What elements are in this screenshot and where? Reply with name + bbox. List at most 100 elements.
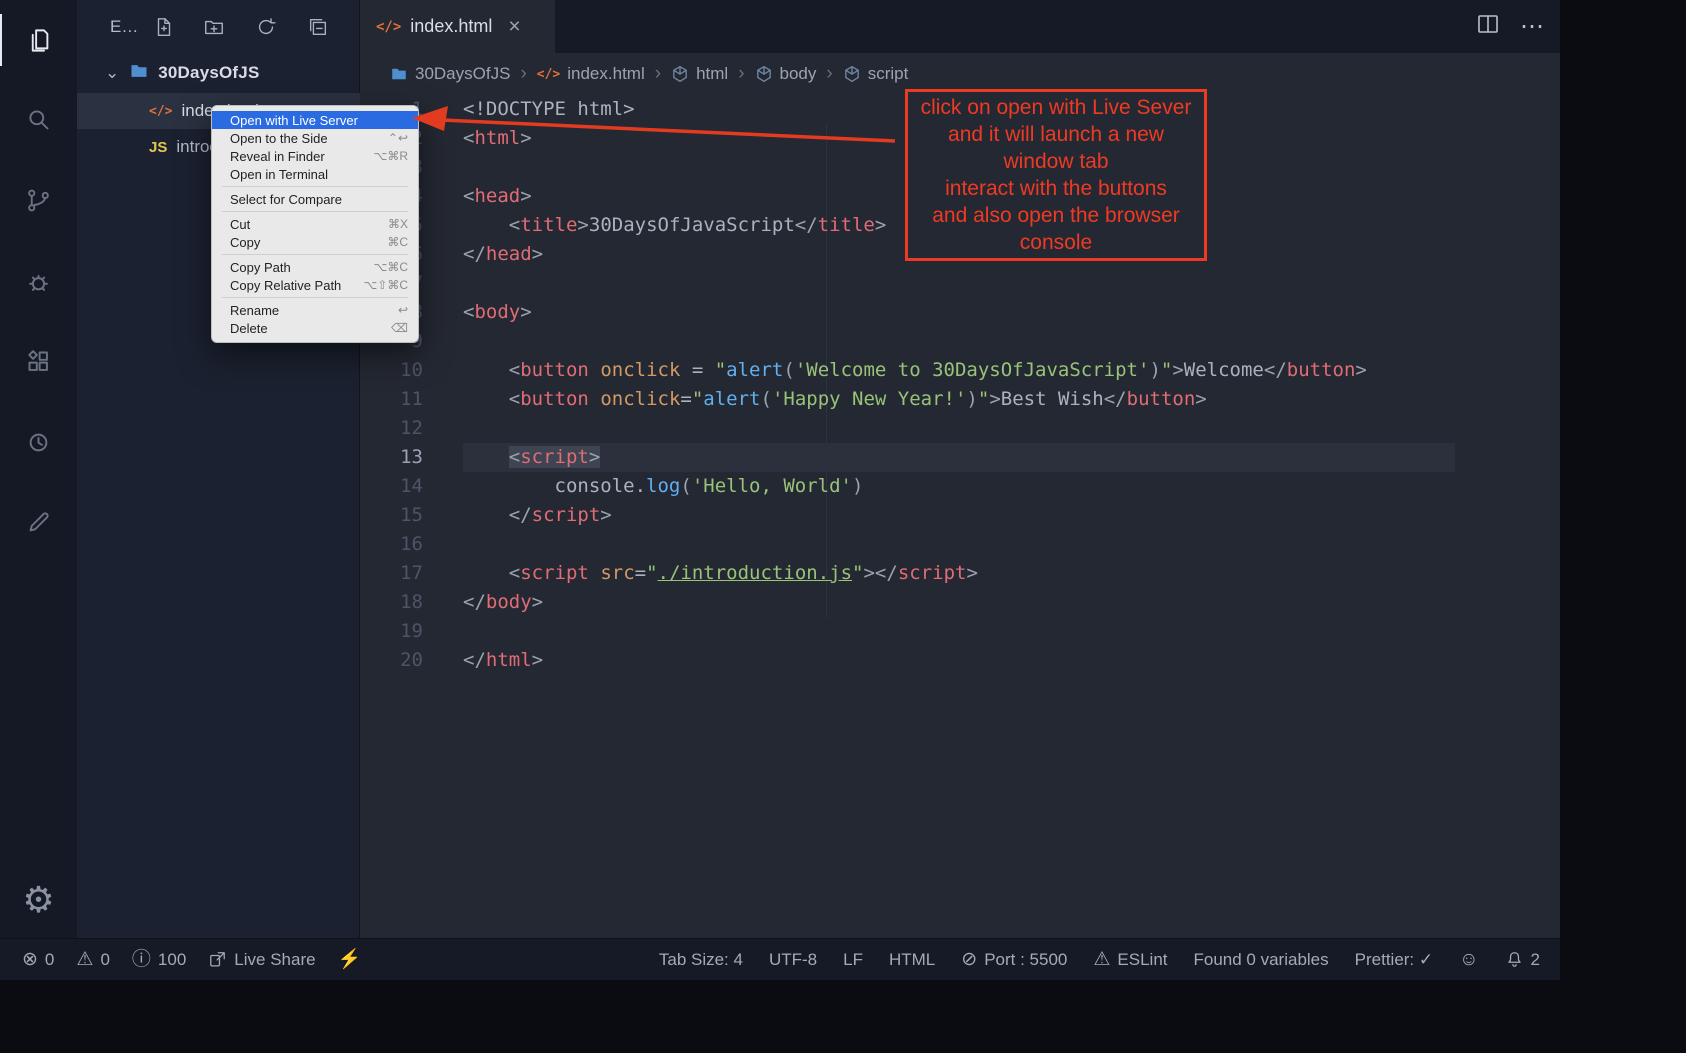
search-icon[interactable] [0, 93, 77, 145]
info-icon: ⓘ [132, 950, 151, 969]
line-number: 17 [360, 559, 463, 588]
annotation-line: console [908, 229, 1204, 256]
menu-item-copy-relative-path[interactable]: Copy Relative Path⌥⇧⌘C [212, 276, 418, 294]
info-count: 100 [158, 950, 186, 970]
split-editor-icon[interactable] [1476, 12, 1500, 41]
bolt-status[interactable]: ⚡ [338, 950, 362, 969]
error-count: 0 [45, 950, 54, 970]
breadcrumb-html[interactable]: html [671, 64, 728, 84]
menu-item-copy-path[interactable]: Copy Path⌥⌘C [212, 258, 418, 276]
encoding-indicator[interactable]: UTF-8 [769, 950, 817, 970]
new-file-icon[interactable] [153, 16, 175, 38]
annotation-box: click on open with Live Sever and it wil… [905, 89, 1207, 261]
breadcrumb-separator: › [826, 63, 832, 85]
menu-separator [222, 186, 408, 187]
problems-warnings[interactable]: ⚠ 0 [76, 950, 110, 970]
eslint-status[interactable]: ⚠ ESLint [1093, 950, 1167, 970]
gitlens-icon[interactable] [0, 496, 77, 548]
tab-index-html[interactable]: </> index.html × [360, 0, 555, 53]
vscode-window: ⚙ E… ⌄ [0, 0, 1560, 980]
menu-item-delete[interactable]: Delete⌫ [212, 319, 418, 337]
menu-item-cut[interactable]: Cut⌘X [212, 215, 418, 233]
feedback-smiley[interactable]: ☺ [1459, 950, 1478, 969]
extensions-icon[interactable] [0, 335, 77, 387]
html-file-icon: </> [537, 67, 560, 82]
code-line-12: 12 [360, 414, 1560, 443]
new-folder-icon[interactable] [203, 16, 225, 38]
menu-item-select-for-compare[interactable]: Select for Compare [212, 190, 418, 208]
menu-item-open-with-live-server[interactable]: Open with Live Server [212, 111, 418, 129]
run-debug-icon[interactable] [0, 255, 77, 307]
project-folder-row[interactable]: ⌄ 30DaysOfJS [77, 53, 360, 93]
variables-found-status[interactable]: Found 0 variables [1194, 950, 1329, 970]
explorer-title: E… [110, 17, 138, 37]
symbol-cube-icon [671, 65, 689, 83]
code-line-20: 20</html> [360, 646, 1560, 675]
warning-icon: ⚠ [76, 950, 93, 969]
notifications[interactable]: 2 [1505, 950, 1540, 970]
menu-item-reveal-in-finder[interactable]: Reveal in Finder⌥⌘R [212, 147, 418, 165]
breadcrumb-file[interactable]: </> index.html [537, 64, 645, 84]
line-number: 20 [360, 646, 463, 675]
more-actions-icon[interactable]: ⋯ [1520, 12, 1546, 41]
menu-item-rename[interactable]: Rename↩ [212, 301, 418, 319]
explorer-icon[interactable] [0, 14, 77, 66]
menu-item-open-to-the-side[interactable]: Open to the Side⌃↩ [212, 129, 418, 147]
project-name: 30DaysOfJS [158, 63, 259, 83]
problems-errors[interactable]: ⊗ 0 [22, 950, 54, 970]
refresh-icon[interactable] [255, 16, 277, 38]
tab-bar: </> index.html × ⋯ [360, 0, 1560, 53]
prettier-status[interactable]: Prettier: ✓ [1355, 950, 1433, 970]
menu-separator [222, 211, 408, 212]
port-icon: ⊘ [961, 950, 977, 969]
line-number: 16 [360, 530, 463, 559]
html-file-icon: </> [149, 104, 172, 119]
code-line-19: 19 [360, 617, 1560, 646]
code-line-7: 7 [360, 269, 1560, 298]
live-share-label: Live Share [234, 950, 315, 970]
menu-item-open-in-terminal[interactable]: Open in Terminal [212, 165, 418, 183]
warning-count: 0 [100, 950, 109, 970]
breadcrumb-separator: › [520, 63, 526, 85]
symbol-cube-icon [843, 65, 861, 83]
code-line-14: 14 console.log('Hello, World') [360, 472, 1560, 501]
breadcrumb-body[interactable]: body [755, 64, 817, 84]
remote-explorer-icon[interactable] [0, 416, 77, 468]
code-line-18: 18</body> [360, 588, 1560, 617]
menu-separator [222, 254, 408, 255]
live-server-port[interactable]: ⊘ Port : 5500 [961, 950, 1067, 970]
source-control-icon[interactable] [0, 174, 77, 226]
context-menu: Open with Live ServerOpen to the Side⌃↩R… [211, 105, 419, 343]
line-number: 13 [360, 443, 463, 472]
breadcrumb-separator: › [655, 63, 661, 85]
code-line-11: 11 <button onclick="alert('Happy New Yea… [360, 385, 1560, 414]
editor-actions: ⋯ [1476, 0, 1546, 53]
code-line-16: 16 [360, 530, 1560, 559]
activity-bar: ⚙ [0, 0, 77, 938]
breadcrumb-script[interactable]: script [843, 64, 909, 84]
close-tab-icon[interactable]: × [508, 16, 520, 37]
warning-icon: ⚠ [1093, 950, 1110, 969]
breadcrumb-project[interactable]: 30DaysOfJS [390, 64, 510, 84]
project-folder-icon [129, 61, 149, 86]
info-status[interactable]: ⓘ 100 [132, 950, 186, 970]
language-mode-indicator[interactable]: HTML [889, 950, 935, 970]
chevron-down-icon: ⌄ [105, 63, 119, 83]
annotation-line: interact with the buttons [908, 175, 1204, 202]
annotation-line: click on open with Live Sever [908, 94, 1204, 121]
tab-size-indicator[interactable]: Tab Size: 4 [659, 950, 743, 970]
line-number: 10 [360, 356, 463, 385]
menu-item-copy[interactable]: Copy⌘C [212, 233, 418, 251]
live-share-icon [208, 950, 227, 969]
tab-title: index.html [410, 16, 492, 37]
live-share-button[interactable]: Live Share [208, 950, 315, 970]
settings-gear-icon[interactable]: ⚙ [0, 874, 77, 926]
breadcrumb-separator: › [738, 63, 744, 85]
collapse-all-icon[interactable] [307, 16, 329, 38]
eol-indicator[interactable]: LF [843, 950, 863, 970]
annotation-line: and also open the browser [908, 202, 1204, 229]
code-line-15: 15 </script> [360, 501, 1560, 530]
bell-icon [1505, 950, 1524, 969]
code-line-13: 13 <script> [360, 443, 1560, 472]
annotation-line: and it will launch a new [908, 121, 1204, 148]
